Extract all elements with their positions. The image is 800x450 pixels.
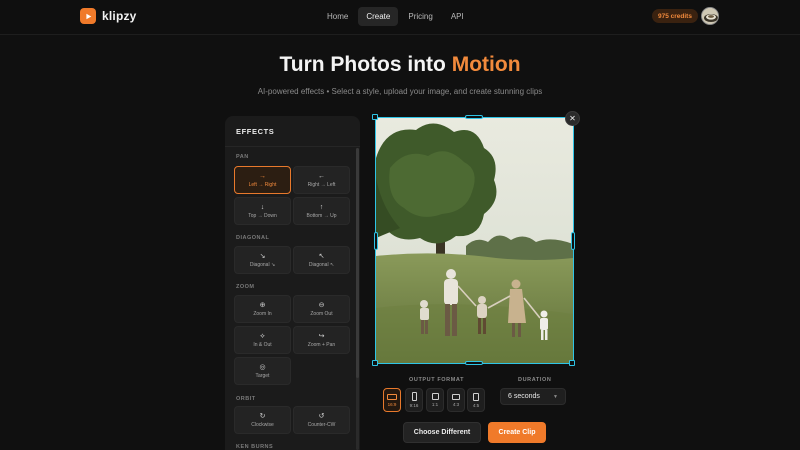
scrollbar-thumb[interactable]	[356, 148, 359, 378]
credits-badge[interactable]: 975 credits	[652, 9, 698, 23]
nav-api[interactable]: API	[443, 7, 472, 26]
effect-left-right[interactable]: → Left → Right	[234, 166, 291, 194]
format-16-9[interactable]: 16:9	[383, 388, 401, 412]
zoom-out-icon: ⊖	[318, 301, 325, 309]
format-label: 16:9	[387, 401, 397, 407]
main-nav: Home Create Pricing API	[319, 7, 472, 26]
effect-zoom-out[interactable]: ⊖ Zoom Out	[293, 295, 350, 323]
effect-label: Clockwise	[251, 421, 274, 428]
section-zoom: ZOOM	[236, 284, 255, 290]
arrow-right-icon: →	[259, 172, 266, 180]
landscape-icon	[452, 393, 460, 400]
rotate-ccw-icon: ↺	[318, 412, 325, 420]
format-label: 9:16	[409, 403, 419, 408]
effect-counter-cw[interactable]: ↺ Counter-CW	[293, 406, 350, 434]
effect-diagonal-down-right[interactable]: ↘ Diagonal ↘	[234, 246, 291, 274]
effect-in-out[interactable]: ⟡ In & Out	[234, 326, 291, 354]
format-4-3[interactable]: 4:3	[447, 388, 465, 412]
chevron-down-icon: ▼	[553, 393, 558, 400]
effect-label: Counter-CW	[307, 421, 336, 428]
effect-label: Bottom → Up	[306, 212, 337, 219]
title-main: Turn Photos into	[279, 53, 452, 76]
nav-create[interactable]: Create	[358, 7, 399, 26]
format-label: 4:3	[452, 401, 460, 407]
format-9-16[interactable]: 9:16	[405, 388, 423, 412]
effect-label: Diagonal ↘	[249, 261, 276, 268]
arrow-down-icon: ↓	[260, 203, 265, 211]
section-orbit: ORBIT	[236, 396, 256, 402]
resize-handle-left[interactable]	[374, 232, 378, 250]
effect-label: Zoom + Pan	[307, 341, 336, 348]
format-label: 4:5	[472, 402, 480, 408]
effect-zoom-pan[interactable]: ↪ Zoom + Pan	[293, 326, 350, 354]
effect-top-down[interactable]: ↓ Top → Down	[234, 197, 291, 225]
app-name: klipzy	[102, 9, 137, 23]
effects-title: EFFECTS	[236, 127, 275, 136]
effect-label: Zoom In	[253, 310, 272, 317]
resize-handle-top-left[interactable]	[372, 114, 378, 120]
duration-value: 6 seconds	[508, 393, 540, 400]
effect-label: Target	[255, 372, 270, 379]
effect-bottom-up[interactable]: ↑ Bottom → Up	[293, 197, 350, 225]
arrow-left-icon: ←	[318, 172, 325, 180]
output-format-label: OUTPUT FORMAT	[409, 377, 465, 383]
format-1-1[interactable]: 1:1	[426, 388, 444, 412]
square-icon	[431, 393, 439, 400]
effect-target[interactable]: ◎ Target	[234, 357, 291, 385]
resize-handle-top[interactable]	[465, 115, 483, 119]
resize-handle-bottom-left[interactable]	[372, 360, 378, 366]
effect-right-left[interactable]: ← Right → Left	[293, 166, 350, 194]
portrait-icon	[473, 392, 479, 401]
format-4-5[interactable]: 4:5	[467, 388, 485, 412]
effect-label: Top → Down	[248, 212, 277, 219]
close-icon[interactable]: ✕	[565, 111, 580, 126]
target-icon: ◎	[259, 363, 266, 371]
page-subtitle: AI-powered effects • Select a style, upl…	[257, 87, 543, 96]
arrow-up-left-icon: ↖	[318, 252, 325, 260]
effect-label: Right → Left	[307, 181, 336, 188]
effect-zoom-in[interactable]: ⊕ Zoom In	[234, 295, 291, 323]
top-bar: klipzy Home Create Pricing API 975 credi…	[0, 0, 800, 35]
resize-handle-bottom-right[interactable]	[569, 360, 575, 366]
portrait-icon	[411, 392, 417, 401]
resize-handle-right[interactable]	[571, 232, 575, 250]
effect-label: In & Out	[253, 341, 272, 348]
zoom-in-icon: ⊕	[259, 301, 266, 309]
effect-label: Diagonal ↖	[308, 261, 335, 268]
effects-panel: EFFECTS PAN → Left → Right ← Right → Lef…	[225, 116, 360, 450]
section-ken-burns: KEN BURNS	[236, 444, 274, 450]
effect-label: Zoom Out	[310, 310, 333, 317]
landscape-icon	[387, 393, 397, 400]
in-out-icon: ⟡	[260, 332, 265, 340]
arrow-down-right-icon: ↘	[259, 252, 266, 260]
page-title: Turn Photos into Motion	[0, 53, 800, 77]
effect-label: Left → Right	[248, 181, 277, 188]
nav-pricing[interactable]: Pricing	[400, 7, 440, 26]
rotate-cw-icon: ↻	[259, 412, 266, 420]
duration-select[interactable]: 6 seconds ▼	[500, 388, 566, 405]
section-pan: PAN	[236, 154, 249, 160]
effect-diagonal-up-left[interactable]: ↖ Diagonal ↖	[293, 246, 350, 274]
zoom-pan-icon: ↪	[318, 332, 325, 340]
play-icon	[80, 8, 96, 24]
logo[interactable]: klipzy	[80, 8, 137, 24]
avatar[interactable]	[701, 7, 719, 25]
title-accent: Motion	[451, 53, 521, 76]
divider	[225, 146, 360, 147]
format-label: 1:1	[431, 402, 439, 407]
arrow-up-icon: ↑	[319, 203, 324, 211]
effect-clockwise[interactable]: ↻ Clockwise	[234, 406, 291, 434]
nav-home[interactable]: Home	[319, 7, 356, 26]
choose-different-button[interactable]: Choose Different	[403, 422, 481, 443]
resize-handle-bottom[interactable]	[465, 361, 483, 365]
photo-preview[interactable]	[375, 117, 574, 364]
duration-label: DURATION	[518, 377, 552, 383]
create-clip-button[interactable]: Create Clip	[488, 422, 546, 443]
section-diagonal: DIAGONAL	[236, 235, 270, 241]
